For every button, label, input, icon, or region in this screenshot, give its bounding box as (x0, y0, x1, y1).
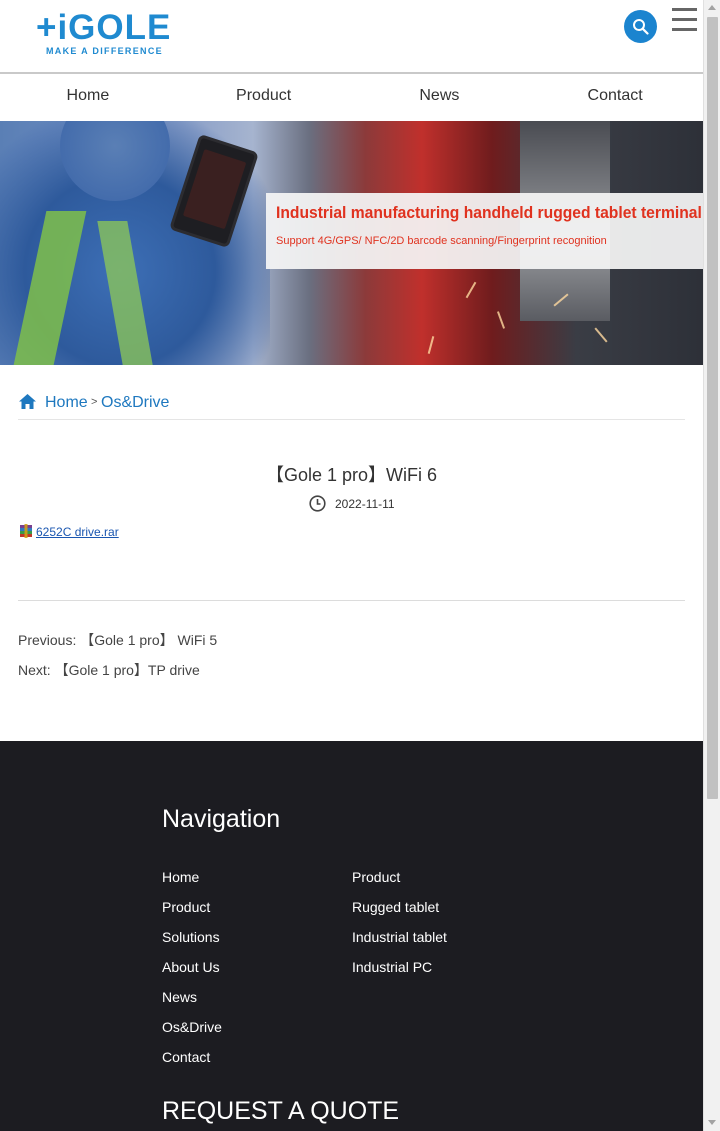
footer-link-home[interactable]: Home (162, 869, 222, 899)
footer-link-product-category[interactable]: Product (352, 869, 447, 899)
hamburger-menu-icon[interactable] (672, 8, 697, 32)
previous-article-link[interactable]: Previous: 【Gole 1 pro】 WiFi 5 (18, 630, 217, 650)
site-footer: Navigation Home Product Solutions About … (0, 741, 703, 1131)
search-button[interactable] (624, 10, 657, 43)
logo-tagline: MAKE A DIFFERENCE (46, 46, 163, 56)
content-divider (18, 600, 685, 601)
breadcrumb-current-link[interactable]: Os&Drive (101, 394, 169, 412)
footer-link-industrial-pc[interactable]: Industrial PC (352, 959, 447, 989)
date-text: 2022-11-11 (335, 497, 395, 511)
footer-link-news[interactable]: News (162, 989, 222, 1019)
article-title: 【Gole 1 pro】WiFi 6 (265, 465, 438, 485)
scroll-up-arrow-icon[interactable] (708, 5, 716, 10)
footer-link-about-us[interactable]: About Us (162, 959, 222, 989)
clock-icon (309, 495, 326, 512)
banner-subtitle: Support 4G/GPS/ NFC/2D barcode scanning/… (276, 235, 607, 247)
banner-spark (465, 281, 477, 299)
banner-spark (594, 327, 608, 343)
main-nav: Home Product News Contact (0, 74, 703, 121)
footer-link-solutions[interactable]: Solutions (162, 929, 222, 959)
breadcrumb-home-link[interactable]: Home (45, 394, 88, 412)
attachment-download-link[interactable]: 6252C drive.rar (36, 525, 119, 539)
footer-link-os-drive[interactable]: Os&Drive (162, 1019, 222, 1049)
scroll-thumb[interactable] (707, 17, 718, 799)
footer-navigation-heading: Navigation (162, 805, 281, 833)
rar-file-icon (20, 524, 32, 538)
nav-item-news[interactable]: News (352, 74, 528, 121)
footer-link-contact[interactable]: Contact (162, 1049, 222, 1079)
home-icon (19, 394, 36, 409)
next-article-link[interactable]: Next: 【Gole 1 pro】TP drive (18, 660, 200, 680)
footer-nav-column-main: Home Product Solutions About Us News Os&… (162, 869, 222, 1079)
banner-spark (496, 311, 506, 329)
logo-wordmark: +iGOLE (36, 8, 172, 47)
site-header: +iGOLE MAKE A DIFFERENCE (0, 0, 703, 74)
breadcrumb: Home > Os&Drive (18, 392, 685, 420)
hero-banner[interactable]: Industrial manufacturing handheld rugged… (0, 121, 703, 365)
banner-spark (427, 336, 435, 354)
footer-nav-column-product: Product Rugged tablet Industrial tablet … (352, 869, 447, 989)
page-scrollbar[interactable] (703, 0, 720, 1131)
nav-item-product[interactable]: Product (176, 74, 352, 121)
banner-caption-card: Industrial manufacturing handheld rugged… (266, 193, 703, 269)
footer-link-product[interactable]: Product (162, 899, 222, 929)
nav-item-contact[interactable]: Contact (527, 74, 703, 121)
request-quote-heading: REQUEST A QUOTE (162, 1097, 400, 1125)
search-icon (633, 19, 649, 35)
footer-link-industrial-tablet[interactable]: Industrial tablet (352, 929, 447, 959)
footer-link-rugged-tablet[interactable]: Rugged tablet (352, 899, 447, 929)
scroll-down-arrow-icon[interactable] (708, 1120, 716, 1125)
nav-item-home[interactable]: Home (0, 74, 176, 121)
site-logo[interactable]: +iGOLE MAKE A DIFFERENCE (36, 8, 178, 59)
breadcrumb-separator: > (91, 396, 98, 408)
banner-title: Industrial manufacturing handheld rugged… (276, 203, 702, 222)
